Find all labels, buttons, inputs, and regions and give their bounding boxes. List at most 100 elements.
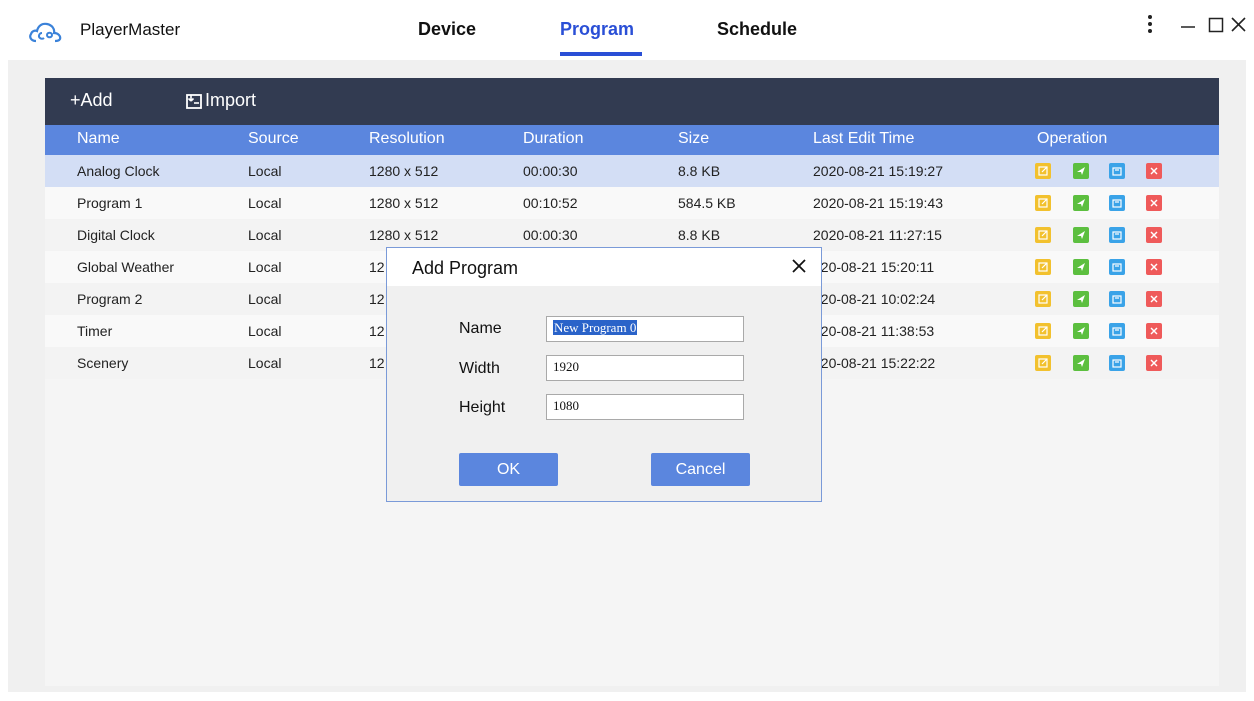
- delete-icon[interactable]: [1146, 195, 1162, 211]
- dialog-header: Add Program: [387, 248, 821, 286]
- table-cell: 020-08-21 11:38:53: [813, 323, 935, 339]
- more-menu-icon[interactable]: [1134, 8, 1166, 40]
- name-label: Name: [459, 320, 502, 337]
- edit-icon[interactable]: [1035, 323, 1051, 339]
- table-cell: 2020-08-21 15:19:43: [813, 195, 943, 211]
- table-cell: Local: [248, 195, 282, 211]
- send-icon[interactable]: [1073, 227, 1089, 243]
- table-cell: Global Weather: [77, 259, 175, 275]
- table-cell: Local: [248, 323, 282, 339]
- table-cell: 020-08-21 15:22:22: [813, 355, 936, 371]
- table-cell: 584.5 KB: [678, 195, 736, 211]
- table-cell: Local: [248, 259, 282, 275]
- send-icon[interactable]: [1073, 355, 1089, 371]
- edit-icon[interactable]: [1035, 195, 1051, 211]
- dialog-close-icon[interactable]: [787, 254, 811, 278]
- table-cell: Program 2: [77, 291, 143, 307]
- column-header-name[interactable]: Name: [77, 130, 120, 148]
- dialog-title: Add Program: [412, 258, 519, 278]
- import-button-label: Import: [205, 90, 257, 110]
- add-program-dialog: Add Program Name New Program 0 Width 192…: [386, 247, 822, 502]
- send-icon[interactable]: [1073, 291, 1089, 307]
- delete-icon[interactable]: [1146, 355, 1162, 371]
- table-cell: Local: [248, 291, 282, 307]
- edit-icon[interactable]: [1035, 227, 1051, 243]
- cancel-button[interactable]: Cancel: [651, 453, 750, 486]
- export-icon[interactable]: [1109, 163, 1125, 179]
- width-input-value: 1920: [553, 359, 579, 374]
- delete-icon[interactable]: [1146, 227, 1162, 243]
- table-cell: 12: [369, 259, 385, 275]
- table-cell: 12: [369, 355, 385, 371]
- export-icon[interactable]: [1109, 323, 1125, 339]
- table-cell: Local: [248, 355, 282, 371]
- table-cell: 1280 x 512: [369, 163, 439, 179]
- table-cell: Local: [248, 227, 282, 243]
- table-cell: 12: [369, 291, 385, 307]
- table-cell: 8.8 KB: [678, 163, 721, 179]
- table-cell: Digital Clock: [77, 227, 155, 243]
- table-cell: 1280 x 512: [369, 195, 439, 211]
- column-header-source[interactable]: Source: [248, 130, 299, 148]
- table-cell: Timer: [77, 323, 113, 339]
- table-cell: Analog Clock: [77, 163, 160, 179]
- column-header-last-edit-time[interactable]: Last Edit Time: [813, 130, 914, 148]
- toolbar: +Add Import: [45, 78, 1219, 125]
- delete-icon[interactable]: [1146, 291, 1162, 307]
- name-input[interactable]: New Program 0: [546, 316, 744, 342]
- table-cell: 00:00:30: [523, 227, 578, 243]
- edit-icon[interactable]: [1035, 259, 1051, 275]
- width-label: Width: [459, 360, 500, 377]
- delete-icon[interactable]: [1146, 259, 1162, 275]
- send-icon[interactable]: [1073, 259, 1089, 275]
- table-row[interactable]: Analog Clock Local 1280 x 512 00:00:30 8.8 K…: [45, 155, 1219, 187]
- export-icon[interactable]: [1109, 355, 1125, 371]
- send-icon[interactable]: [1073, 163, 1089, 179]
- tab-device[interactable]: Device: [418, 19, 476, 40]
- table-cell: 1280 x 512: [369, 227, 439, 243]
- edit-icon[interactable]: [1035, 355, 1051, 371]
- edit-icon[interactable]: [1035, 291, 1051, 307]
- table-cell: 8.8 KB: [678, 227, 721, 243]
- add-button-label: +Add: [70, 90, 113, 110]
- column-header-resolution[interactable]: Resolution: [369, 130, 445, 148]
- table-cell: 12: [369, 323, 385, 339]
- export-icon[interactable]: [1109, 195, 1125, 211]
- tab-program[interactable]: Program: [560, 19, 634, 40]
- cloud-logo-icon: [29, 22, 62, 43]
- add-button[interactable]: +Add: [70, 90, 113, 111]
- export-icon[interactable]: [1109, 259, 1125, 275]
- table-cell: Program 1: [77, 195, 143, 211]
- column-header-operation: Operation: [1037, 130, 1108, 147]
- close-window-icon[interactable]: [1222, 8, 1254, 40]
- table-row[interactable]: Program 1 Local 1280 x 512 00:10:52 584.5 KB…: [45, 187, 1219, 219]
- export-icon[interactable]: [1109, 227, 1125, 243]
- column-header-size[interactable]: Size: [678, 130, 709, 148]
- delete-icon[interactable]: [1146, 163, 1162, 179]
- table-cell: Local: [248, 163, 282, 179]
- height-input[interactable]: 1080: [546, 394, 744, 420]
- delete-icon[interactable]: [1146, 323, 1162, 339]
- column-header-duration[interactable]: Duration: [523, 130, 583, 148]
- edit-icon[interactable]: [1035, 163, 1051, 179]
- title-bar: PlayerMaster Device Program Schedule: [0, 0, 1254, 60]
- table-cell: Scenery: [77, 355, 129, 371]
- width-input[interactable]: 1920: [546, 355, 744, 381]
- table-cell: 00:00:30: [523, 163, 578, 179]
- active-tab-indicator: [560, 52, 642, 56]
- table-cell: 020-08-21 10:02:24: [813, 291, 936, 307]
- export-icon[interactable]: [1109, 291, 1125, 307]
- table-cell: 00:10:52: [523, 195, 578, 211]
- import-icon: [186, 93, 202, 109]
- height-label: Height: [459, 399, 506, 416]
- table-cell: 2020-08-21 15:19:27: [813, 163, 943, 179]
- name-input-value: New Program 0: [553, 320, 638, 335]
- tab-schedule[interactable]: Schedule: [717, 19, 797, 40]
- send-icon[interactable]: [1073, 323, 1089, 339]
- import-button[interactable]: Import: [185, 90, 256, 111]
- send-icon[interactable]: [1073, 195, 1089, 211]
- table-cell: 020-08-21 15:20:11: [813, 259, 935, 275]
- ok-button[interactable]: OK: [459, 453, 558, 486]
- app-name: PlayerMaster: [80, 20, 181, 39]
- height-input-value: 1080: [553, 398, 579, 413]
